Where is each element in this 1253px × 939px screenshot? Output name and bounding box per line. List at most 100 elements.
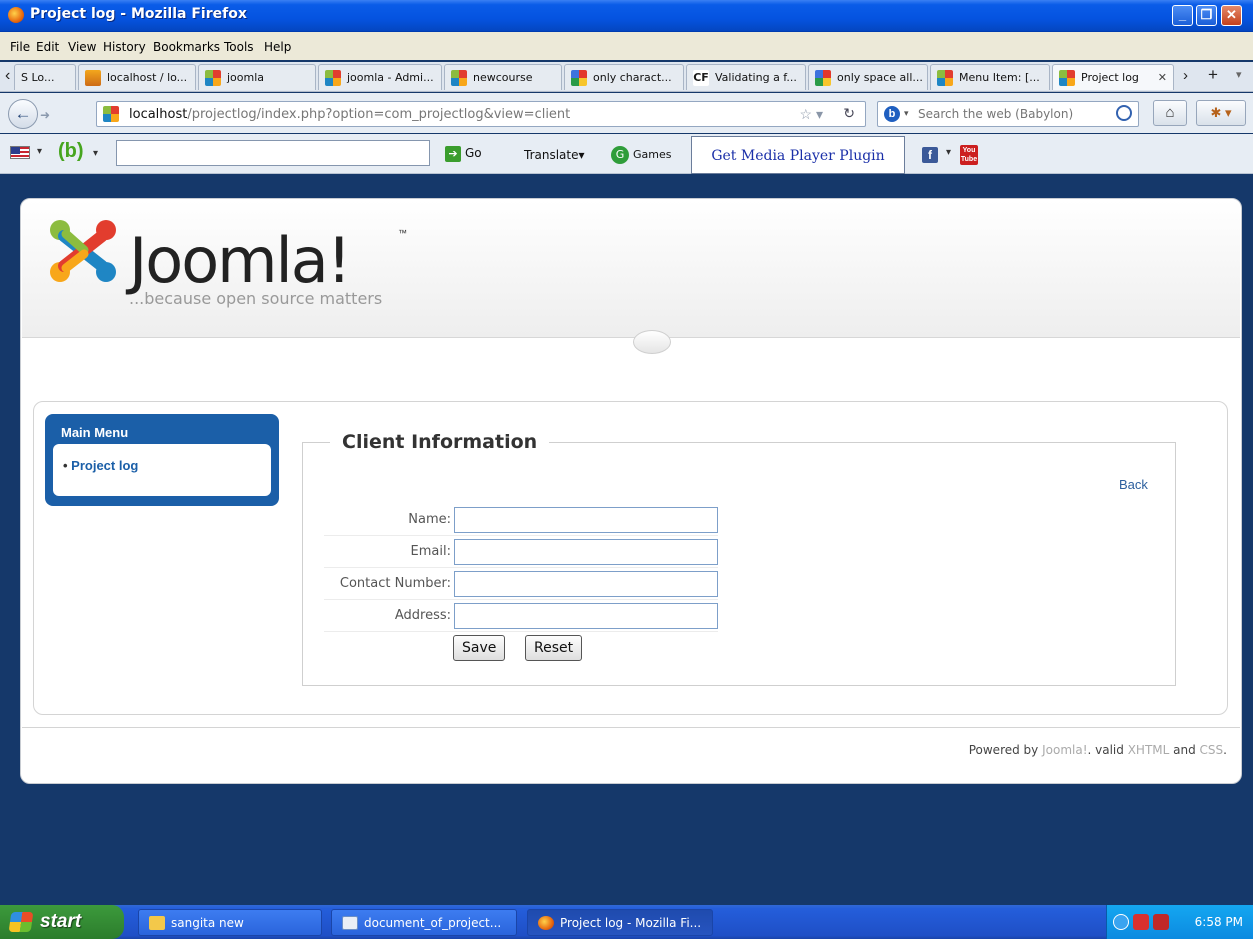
address-label: Address:	[394, 608, 451, 623]
menu-bookmarks[interactable]: Bookmarks	[153, 40, 220, 54]
joomla-icon	[1059, 70, 1075, 86]
menu-help[interactable]: Help	[264, 40, 291, 54]
reset-button[interactable]: Reset	[525, 635, 583, 661]
main-menu-list: Project log	[53, 444, 271, 496]
joomla-icon	[205, 70, 221, 86]
task-sangita-new[interactable]: sangita new	[138, 909, 322, 936]
address-field[interactable]	[454, 603, 718, 629]
word-document-icon	[342, 916, 358, 930]
logo-trademark: ™	[398, 228, 407, 238]
main-menu-title: Main Menu	[61, 425, 129, 440]
url-bar[interactable]: localhost/projectlog/index.php?option=co…	[96, 101, 866, 127]
tab-validating[interactable]: CF Validating a f...	[686, 64, 806, 90]
minimize-button[interactable]: _	[1172, 5, 1193, 26]
home-button[interactable]: ⌂	[1153, 100, 1187, 126]
tab-scroll-right-icon[interactable]: ›	[1183, 67, 1188, 84]
menu-file[interactable]: File	[10, 40, 30, 54]
maximize-button[interactable]: ❐	[1196, 5, 1217, 26]
folder-icon	[149, 916, 165, 930]
tab-scroll-left-icon[interactable]: ‹	[5, 67, 10, 85]
url-text: localhost/projectlog/index.php?option=co…	[129, 107, 571, 122]
site-header: Joomla! ™ ...because open source matters	[22, 200, 1240, 354]
games-icon: G	[611, 146, 629, 164]
task-document[interactable]: document_of_project...	[331, 909, 517, 936]
forward-button[interactable]: ➜	[40, 105, 62, 125]
list-tabs-icon[interactable]: ▾	[1236, 68, 1242, 81]
youtube-icon[interactable]: You Tube	[960, 145, 978, 165]
tab-newcourse[interactable]: newcourse	[444, 64, 562, 90]
joomla-footer-link[interactable]: Joomla!	[1042, 743, 1087, 757]
reload-icon[interactable]: ↻	[843, 105, 855, 122]
form-row-name: Name:	[324, 504, 718, 536]
email-field[interactable]	[454, 539, 718, 565]
contact-number-field[interactable]	[454, 571, 718, 597]
taskbar-clock: 6:58 PM	[1194, 915, 1243, 929]
google-icon	[571, 70, 587, 86]
media-player-plugin-button[interactable]: Get Media Player Plugin	[691, 136, 905, 174]
tab-phpmyadmin[interactable]: localhost / lo...	[78, 64, 196, 90]
back-link[interactable]: Back	[1119, 477, 1148, 492]
addon-button[interactable]: ✱ ▾	[1196, 100, 1246, 126]
facebook-icon[interactable]: f	[922, 147, 938, 163]
header-ornament	[633, 330, 671, 354]
phpmyadmin-icon	[85, 70, 101, 86]
firefox-icon	[8, 7, 24, 23]
flag-dropdown-icon[interactable]: ▾	[37, 146, 42, 157]
task-firefox-project-log[interactable]: Project log - Mozilla Fi...	[527, 909, 713, 936]
form-row-email: Email:	[324, 536, 718, 568]
back-button[interactable]: ←	[8, 99, 38, 129]
contact-number-label: Contact Number:	[339, 576, 451, 591]
tab-joomla-admin[interactable]: joomla - Admi...	[318, 64, 442, 90]
tab-joomla[interactable]: joomla	[198, 64, 316, 90]
name-label: Name:	[408, 512, 451, 527]
joomla-icon	[937, 70, 953, 86]
new-tab-icon[interactable]: +	[1208, 65, 1218, 85]
menu-edit[interactable]: Edit	[36, 40, 59, 54]
joomla-icon	[451, 70, 467, 86]
go-button[interactable]: ➔ Go	[445, 146, 482, 162]
babylon-engine-icon[interactable]: b	[884, 106, 900, 122]
close-window-button[interactable]: ✕	[1221, 5, 1242, 26]
email-label: Email:	[410, 544, 451, 559]
form-legend: Client Information	[330, 431, 550, 453]
menu-tools[interactable]: Tools	[224, 40, 254, 54]
css-footer-link[interactable]: CSS	[1200, 743, 1224, 757]
facebook-dropdown-icon[interactable]: ▾	[946, 147, 951, 158]
bookmark-star-icon[interactable]: ☆ ▾	[800, 106, 823, 123]
tab-only-charact[interactable]: only charact...	[564, 64, 684, 90]
babylon-dropdown-icon[interactable]: ▾	[93, 148, 98, 159]
menu-item-project-log[interactable]: Project log	[63, 458, 138, 473]
site-logo-text[interactable]: Joomla!	[129, 224, 352, 297]
tab-menu-item[interactable]: Menu Item: [...	[930, 64, 1050, 90]
tray-expand-icon[interactable]	[1113, 914, 1129, 930]
tab-strip: ‹ S Lo... localhost / lo... joomla jooml…	[0, 62, 1253, 92]
us-flag-icon[interactable]	[10, 146, 30, 159]
tab-project-log[interactable]: Project log ✕	[1052, 64, 1174, 90]
name-field[interactable]	[454, 507, 718, 533]
babylon-logo-icon[interactable]: (b)	[58, 140, 84, 163]
footer-text: Powered by Joomla!. valid XHTML and CSS.	[968, 743, 1227, 757]
search-icon[interactable]	[1116, 105, 1132, 121]
firefox-icon	[538, 916, 554, 930]
tray-search-icon[interactable]	[1153, 914, 1169, 930]
tab-only-space[interactable]: only space all...	[808, 64, 928, 90]
search-input[interactable]	[918, 105, 1108, 123]
joomla-logo-icon[interactable]	[44, 216, 122, 286]
tray-app-icon[interactable]	[1133, 914, 1149, 930]
save-button[interactable]: Save	[453, 635, 506, 661]
close-tab-icon[interactable]: ✕	[1158, 71, 1167, 84]
form-row-address: Address:	[324, 600, 718, 632]
content-box: Main Menu Project log Client Information…	[33, 401, 1228, 715]
translate-button[interactable]: Translate▾	[524, 148, 585, 162]
engine-dropdown-icon[interactable]: ▾	[904, 108, 909, 119]
footer-divider	[22, 727, 1240, 728]
go-arrow-icon: ➔	[445, 146, 461, 162]
search-box[interactable]: b ▾	[877, 101, 1139, 127]
tab-s-lo[interactable]: S Lo...	[14, 64, 76, 90]
menu-view[interactable]: View	[68, 40, 96, 54]
toolbar-search-input[interactable]	[116, 140, 430, 166]
menu-history[interactable]: History	[103, 40, 146, 54]
xhtml-footer-link[interactable]: XHTML	[1128, 743, 1170, 757]
games-button[interactable]: G Games	[611, 146, 671, 164]
start-button[interactable]: start	[0, 905, 124, 939]
